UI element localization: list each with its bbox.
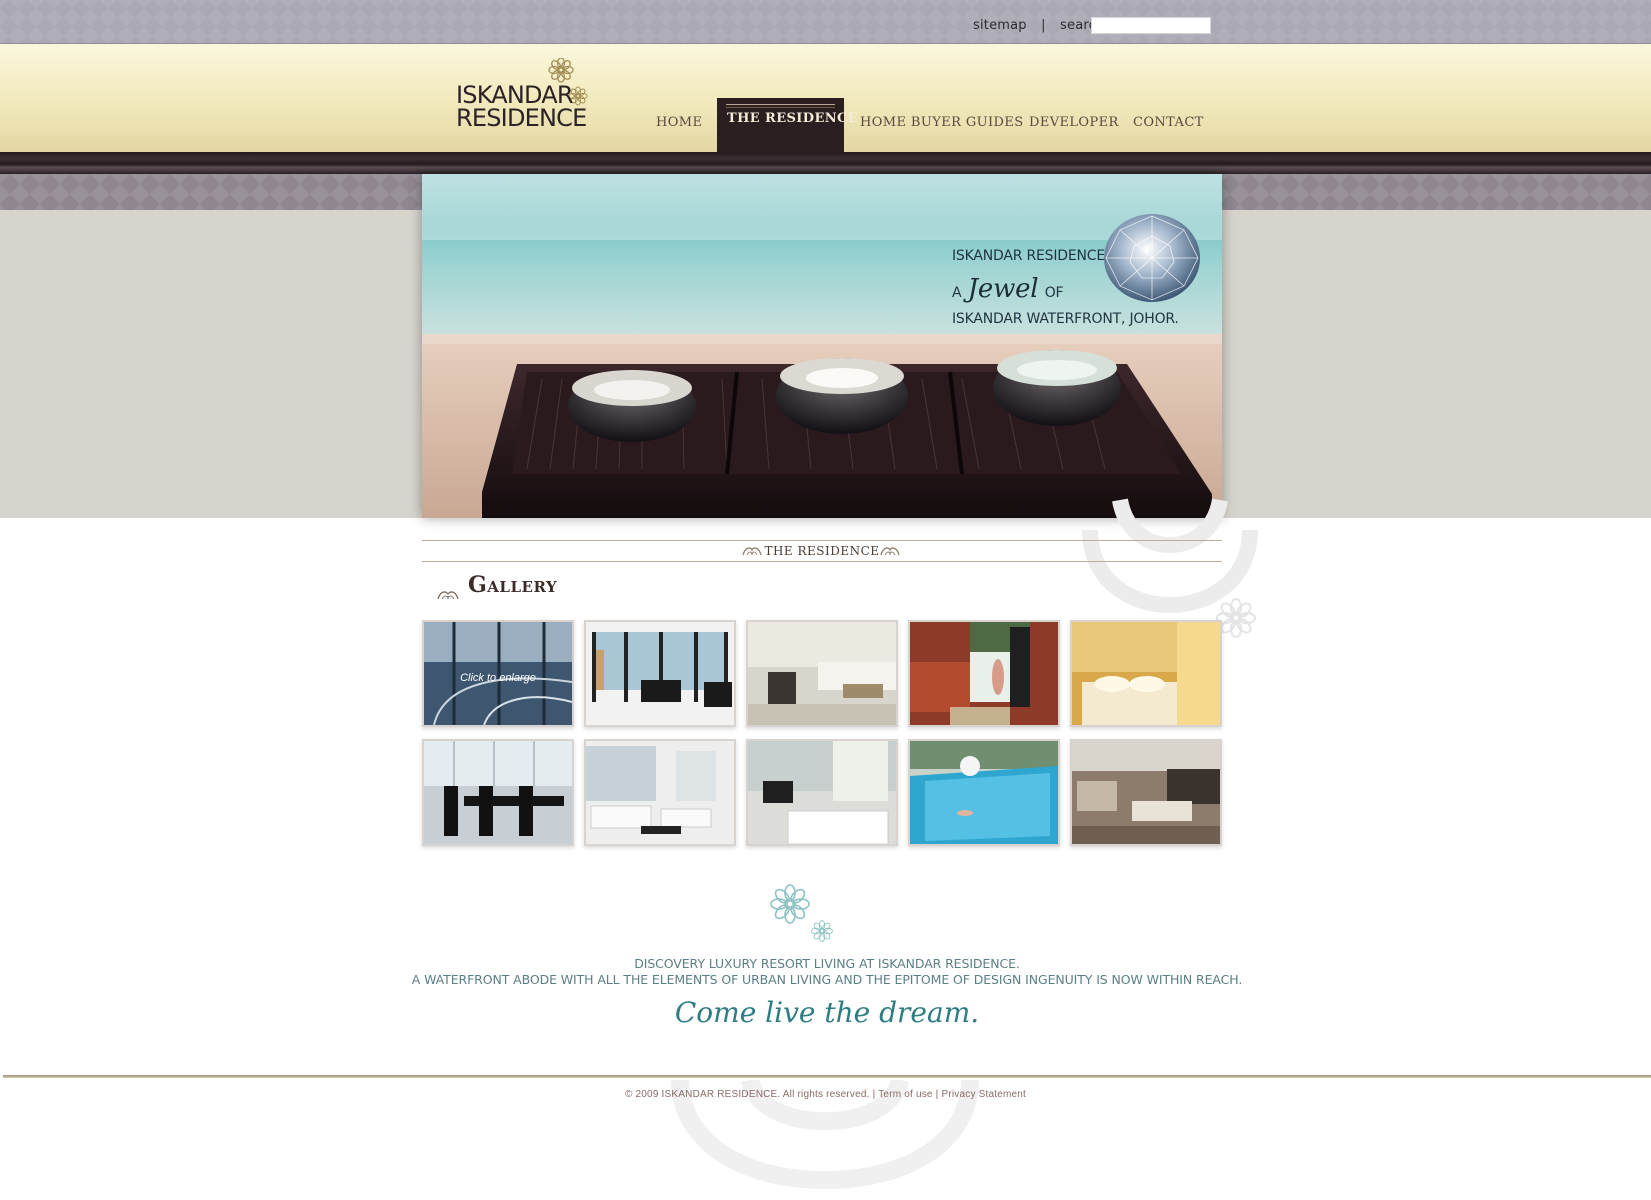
nav-home[interactable]: HOME <box>640 98 702 153</box>
living-room-sea-view-icon <box>586 622 734 725</box>
sitemap-link[interactable]: sitemap <box>973 18 1027 33</box>
gallery-ornament-icon <box>437 591 459 600</box>
nav-home-buyer-guides-label: HOME BUYER GUIDES <box>860 115 1024 130</box>
nav-developer[interactable]: DEVELOPER <box>1029 98 1118 153</box>
hero-caption-line3: ISKANDAR WATERFRONT, JOHOR. <box>952 311 1179 327</box>
gallery-thumb-1[interactable]: Click to enlarge <box>422 620 574 727</box>
tagline-script: Come live the dream. <box>674 996 980 1029</box>
section-title: THE RESIDENCE <box>764 544 880 558</box>
logo[interactable]: ISKANDAR RESIDENCE <box>456 58 596 133</box>
hero-caption-line2: A Jewel OF <box>952 274 1064 304</box>
hero-caption-prefix: A <box>952 285 962 301</box>
footer: © 2009 ISKANDAR RESIDENCE. All rights re… <box>0 1089 1651 1100</box>
search-input[interactable] <box>1091 17 1211 34</box>
nav-developer-label: DEVELOPER <box>1029 115 1119 130</box>
white-living-room-icon <box>586 741 734 844</box>
footer-separator-1: | <box>872 1089 876 1100</box>
tagline-flower-icon <box>770 884 833 942</box>
gallery-heading: Gallery <box>468 572 558 598</box>
dining-room-icon <box>424 741 572 844</box>
tagline-line2: A WATERFRONT ABODE WITH ALL THE ELEMENTS… <box>411 972 1243 987</box>
footer-separator-2: | <box>935 1089 939 1100</box>
ornament-right-icon <box>880 547 900 556</box>
lounge-sofa-icon <box>748 622 896 725</box>
click-to-enlarge-label: Click to enlarge <box>460 672 536 684</box>
nav-home-label: HOME <box>656 115 703 130</box>
nav-the-residence[interactable]: THE RESIDENCE <box>717 98 858 153</box>
gallery-thumb-8[interactable] <box>746 739 898 846</box>
swimming-pool-icon <box>910 741 1058 844</box>
nav-home-buyer-guides[interactable]: HOME BUYER GUIDES <box>860 98 1023 153</box>
bedroom-curtain-icon <box>1072 622 1220 725</box>
privacy-statement-link[interactable]: Privacy Statement <box>941 1089 1026 1100</box>
hero-caption-line1: ISKANDAR RESIDENCE <box>952 248 1105 264</box>
gallery-thumb-3[interactable] <box>746 620 898 727</box>
utility-links: sitemap | search <box>973 18 1104 33</box>
gallery-thumb-2[interactable] <box>584 620 736 727</box>
gallery-thumb-9[interactable] <box>908 739 1060 846</box>
hero-caption-jewel: Jewel <box>967 274 1039 304</box>
section-divider: THE RESIDENCE <box>422 540 1222 562</box>
apartment-interior-icon <box>1072 741 1220 844</box>
gallery-thumb-7[interactable] <box>584 739 736 846</box>
terms-of-use-link[interactable]: Term of use <box>878 1089 932 1100</box>
gallery-thumb-6[interactable] <box>422 739 574 846</box>
bedroom-tv-icon <box>748 741 896 844</box>
nav-contact[interactable]: CONTACT <box>1133 98 1203 153</box>
balcony-doorway-icon <box>910 622 1058 725</box>
diamond-icon <box>1104 214 1200 302</box>
gallery-thumb-4[interactable] <box>908 620 1060 727</box>
nav-the-residence-label: THE RESIDENCE <box>727 111 859 126</box>
footer-divider <box>3 1075 1651 1078</box>
utility-bar <box>0 0 1651 44</box>
header-divider <box>0 152 1651 174</box>
nav-contact-label: CONTACT <box>1133 115 1204 130</box>
tagline-line1: DISCOVERY LUXURY RESORT LIVING AT ISKAND… <box>634 956 1020 971</box>
gallery-thumb-5[interactable] <box>1070 620 1222 727</box>
logo-text-line2: RESIDENCE <box>456 104 587 132</box>
gallery-thumb-10[interactable] <box>1070 739 1222 846</box>
footer-copyright: © 2009 ISKANDAR RESIDENCE. All rights re… <box>624 1089 870 1100</box>
hero-banner: ISKANDAR RESIDENCE A Jewel OF ISKANDAR W… <box>422 174 1222 518</box>
utility-separator: | <box>1041 18 1046 33</box>
hero-caption-suffix: OF <box>1044 285 1064 301</box>
